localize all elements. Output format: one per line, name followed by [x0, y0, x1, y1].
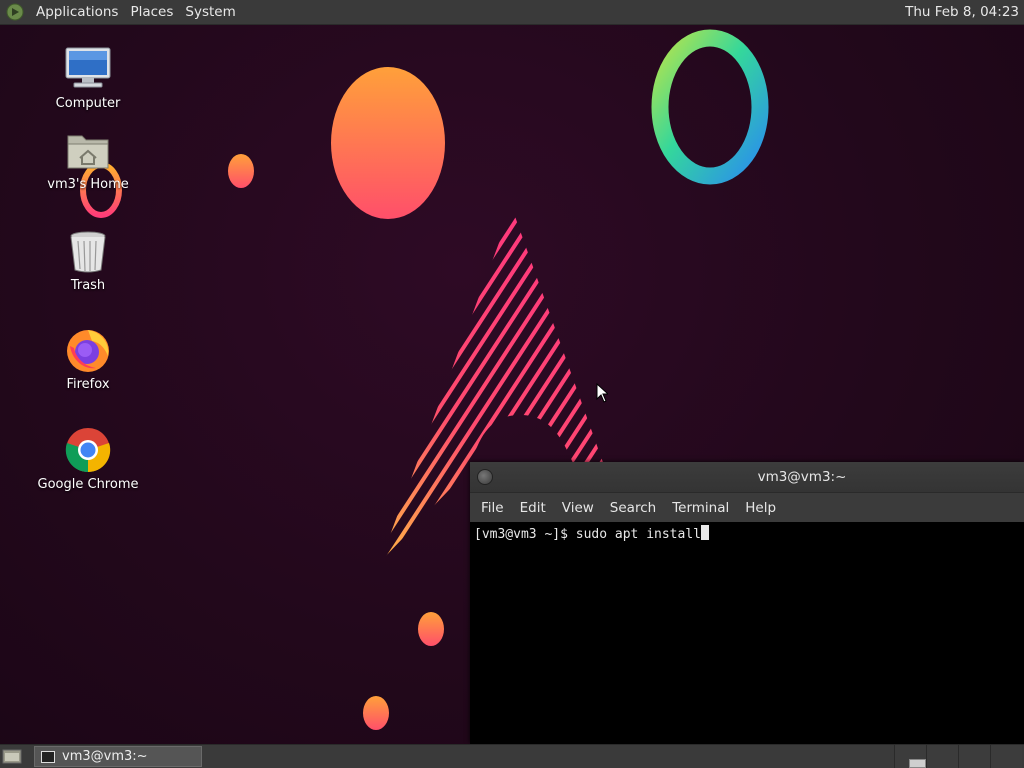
terminal-window[interactable]: vm3@vm3:~ File Edit View Search Terminal… — [470, 462, 1024, 744]
desktop-icon-firefox[interactable]: Firefox — [33, 326, 143, 392]
menu-view[interactable]: View — [555, 500, 601, 516]
clock[interactable]: Thu Feb 8, 04:23 — [905, 0, 1019, 25]
text-cursor — [700, 525, 709, 540]
top-panel: Applications Places System Thu Feb 8, 04… — [0, 0, 1024, 25]
terminal-icon — [41, 750, 55, 763]
desktop-icon-trash[interactable]: Trash — [33, 227, 143, 293]
terminal-menubar: File Edit View Search Terminal Help — [470, 493, 1024, 523]
places-menu[interactable]: Places — [124, 0, 179, 25]
taskbar-label: vm3@vm3:~ — [62, 749, 148, 764]
applications-menu[interactable]: Applications — [30, 0, 124, 25]
shell-prompt: [vm3@vm3 ~]$ — [474, 527, 576, 542]
desktop-icon-label: Trash — [70, 278, 106, 293]
desktop-icon-label: Firefox — [66, 377, 110, 392]
desktop-icon-computer[interactable]: Computer — [33, 45, 143, 111]
menu-edit[interactable]: Edit — [513, 500, 553, 516]
taskbar-button-terminal[interactable]: vm3@vm3:~ — [34, 746, 202, 767]
workspace-3[interactable] — [958, 745, 990, 768]
terminal-titlebar[interactable]: vm3@vm3:~ — [470, 462, 1024, 493]
desktop-icon-label: Google Chrome — [37, 477, 139, 492]
desktop-icon-chrome[interactable]: Google Chrome — [33, 426, 143, 492]
window-title: vm3@vm3:~ — [757, 469, 847, 485]
menu-file[interactable]: File — [474, 500, 511, 516]
mouse-pointer-icon — [596, 383, 608, 403]
terminal-output[interactable]: [vm3@vm3 ~]$ sudo apt install — [470, 522, 1024, 744]
desktop-icon-label: Computer — [55, 96, 121, 111]
desktop-icon-label: vm3's Home — [47, 177, 129, 192]
chrome-icon — [65, 428, 111, 473]
workspace-1[interactable] — [894, 745, 926, 768]
menu-terminal[interactable]: Terminal — [665, 500, 736, 516]
bottom-panel: vm3@vm3:~ — [0, 744, 1024, 768]
system-menu[interactable]: System — [179, 0, 241, 25]
workspace-window-preview — [909, 759, 926, 768]
distro-logo-icon[interactable] — [6, 3, 24, 21]
workspace-2[interactable] — [926, 745, 958, 768]
trash-icon — [70, 231, 106, 273]
desktop-icon-home[interactable]: vm3's Home — [33, 126, 143, 192]
firefox-icon — [67, 330, 109, 372]
menu-help[interactable]: Help — [738, 500, 783, 516]
show-desktop-icon[interactable] — [2, 748, 22, 765]
computer-icon — [65, 47, 111, 88]
workspace-4[interactable] — [990, 745, 1022, 768]
menu-search[interactable]: Search — [603, 500, 663, 516]
command-input[interactable]: sudo apt install — [576, 527, 701, 542]
workspace-switcher — [894, 745, 1024, 768]
home-folder-icon — [67, 135, 109, 169]
